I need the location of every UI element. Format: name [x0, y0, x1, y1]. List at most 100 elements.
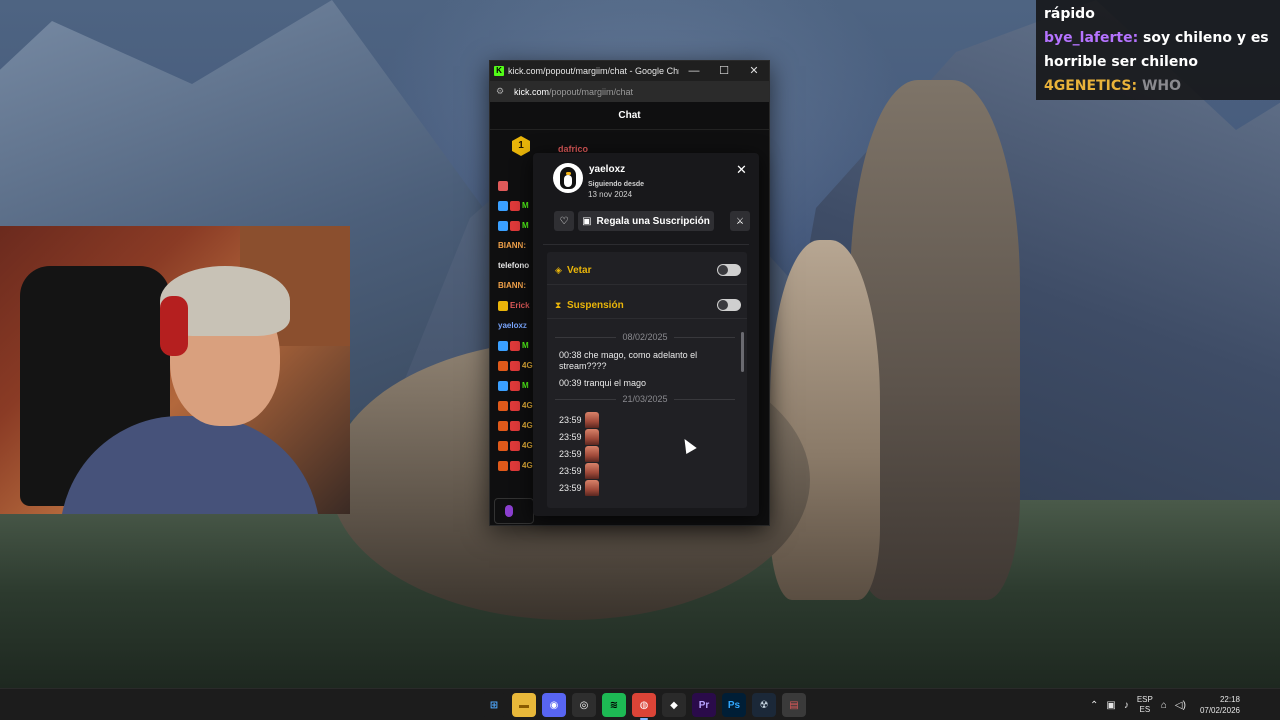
gift-sub-label: Regala una Suscripción — [596, 215, 710, 227]
taskbar-app-icon[interactable]: ◆ — [662, 693, 686, 717]
chat-badge-icon — [510, 441, 520, 451]
history-time: 23:59 — [559, 432, 582, 442]
message-history[interactable]: 08/02/2025 00:38 che mago, como adelanto … — [547, 328, 747, 504]
taskbar-chrome-icon[interactable]: ◍ — [632, 693, 656, 720]
mod-tools-button[interactable]: ⚔ — [730, 211, 750, 231]
language-indicator[interactable]: ESP ES — [1137, 695, 1153, 715]
chevron-up-icon[interactable]: ⌃ — [1090, 700, 1098, 711]
history-message: 00:39 tranqui el mago — [559, 378, 647, 388]
minimize-button[interactable]: — — [679, 61, 709, 81]
chat-message[interactable]: 4GE — [498, 436, 538, 456]
window-titlebar[interactable]: K kick.com/popout/margiim/chat - Google … — [490, 61, 769, 81]
chat-message[interactable]: 4GE — [498, 456, 538, 476]
system-tray: ⌃ ▣ ♪ ESP ES ⌂ ◁) 22:18 07/02/2026 — [1090, 689, 1240, 720]
clock[interactable]: 22:18 07/02/2026 — [1200, 694, 1240, 716]
chat-message[interactable]: 4GE — [498, 356, 538, 376]
address-bar[interactable]: ⚙ kick.com/popout/margiim/chat — [490, 81, 769, 102]
chat-message[interactable]: M — [498, 336, 538, 356]
chat-message[interactable]: BIANN: — [498, 276, 538, 296]
overlay-chat-user: 4GENETICS: — [1044, 78, 1138, 94]
chat-message[interactable]: Erick — [498, 296, 538, 316]
chat-message[interactable]: telefono — [498, 256, 538, 276]
history-scrollbar[interactable] — [741, 332, 744, 372]
user-card-username[interactable]: yaeloxz — [589, 164, 625, 175]
emote-icon — [584, 446, 599, 462]
chat-message-list: M M BIANN: telefono BIANN: Erick yaeloxz M 4GE M 4… — [498, 176, 538, 476]
history-time: 23:59 — [559, 449, 582, 459]
tux-penguin-icon — [560, 167, 576, 189]
site-settings-icon[interactable]: ⚙ — [496, 86, 508, 97]
ban-toggle[interactable] — [717, 264, 741, 276]
history-date-separator: 21/03/2025 — [555, 394, 736, 404]
heart-icon: ♡ — [559, 215, 569, 227]
chat-badge-icon — [510, 201, 520, 211]
taskbar-start-icon[interactable]: ⊞ — [482, 693, 506, 717]
clock-time: 22:18 — [1219, 695, 1240, 704]
chat-username[interactable]: M — [522, 216, 529, 236]
network-icon[interactable]: ⌂ — [1161, 700, 1167, 711]
chat-badge-icon — [498, 441, 508, 451]
stream-chat-overlay: rápido bye_laferte: soy chileno y es hor… — [1036, 0, 1280, 100]
taskbar-explorer-icon[interactable]: ▬ — [512, 693, 536, 717]
moderation-panel: ◈ Vetar ⧗ Suspensión 08/02/2025 00:38 che… — [547, 252, 747, 508]
shield-icon: ◈ — [555, 264, 562, 275]
taskbar-obs-icon[interactable]: ◎ — [572, 693, 596, 717]
history-emote-message: 23:59 — [559, 429, 599, 445]
timeout-label: Suspensión — [567, 299, 624, 311]
chat-message[interactable]: yaeloxz — [498, 316, 538, 336]
close-card-button[interactable]: ✕ — [736, 163, 747, 176]
maximize-button[interactable]: ☐ — [709, 61, 739, 81]
overlay-chat-line: horrible ser chileno — [1044, 50, 1272, 74]
chat-input[interactable] — [494, 498, 534, 524]
headset — [160, 296, 188, 356]
chat-message[interactable]: 4GE — [498, 416, 538, 436]
taskbar-steam-icon[interactable]: ☢ — [752, 693, 776, 717]
chat-message[interactable] — [498, 176, 538, 196]
chat-badge-icon — [510, 401, 520, 411]
chat-badge-icon — [510, 361, 520, 371]
taskbar: ⊞ ▬ ◉ ◎ ≋ ◍ ◆ Pr Ps ☢ ▤ ⌃ ▣ ♪ ESP ES ⌂ ◁) 22:18 07… — [0, 688, 1280, 720]
app-tray-icon[interactable]: ▣ — [1106, 700, 1115, 711]
volume-icon[interactable]: ◁) — [1175, 700, 1186, 711]
follow-heart-button[interactable]: ♡ — [554, 211, 574, 231]
overlay-chat-text: soy chileno y es — [1143, 30, 1269, 46]
chat-badge-icon — [510, 421, 520, 431]
mic-icon[interactable] — [505, 505, 513, 517]
chat-message[interactable]: M — [498, 376, 538, 396]
microphone-icon[interactable]: ♪ — [1124, 700, 1129, 711]
gift-icon: ▣ — [582, 215, 592, 227]
chat-badge-icon — [498, 401, 508, 411]
overlay-chat-line: bye_laferte: soy chileno y es — [1044, 26, 1272, 50]
chat-username[interactable]: Erick — [510, 296, 530, 316]
gift-sub-button[interactable]: ▣ Regala una Suscripción — [578, 211, 714, 231]
timeout-toggle[interactable] — [717, 299, 741, 311]
chat-username[interactable]: yaeloxz — [498, 316, 527, 336]
user-card-actions: ♡ ▣ Regala una Suscripción ⚔ — [554, 211, 750, 231]
chat-message[interactable]: 4GE — [498, 396, 538, 416]
chat-message[interactable]: M — [498, 216, 538, 236]
chat-badge-icon — [498, 361, 508, 371]
following-since-label: Siguiendo desde — [588, 181, 645, 188]
history-emote-message: 23:59 — [559, 480, 599, 496]
chat-message[interactable]: M — [498, 196, 538, 216]
history-message: 00:38 che mago, como adelanto el stream?… — [559, 350, 698, 371]
chat-username[interactable]: BIANN: — [498, 276, 526, 296]
history-time: 23:59 — [559, 415, 582, 425]
chat-username[interactable]: telefono — [498, 256, 529, 276]
divider — [543, 244, 749, 245]
chat-username[interactable]: M — [522, 376, 529, 396]
chat-badge-icon — [510, 461, 520, 471]
taskbar-app2-icon[interactable]: ▤ — [782, 693, 806, 717]
taskbar-spotify-icon[interactable]: ≋ — [602, 693, 626, 717]
close-window-button[interactable]: ✕ — [739, 61, 769, 81]
taskbar-discord-icon[interactable]: ◉ — [542, 693, 566, 717]
chat-message[interactable]: BIANN: — [498, 236, 538, 256]
chat-username[interactable]: BIANN: — [498, 236, 526, 256]
divider — [547, 318, 747, 319]
overlay-chat-user: bye_laferte: — [1044, 30, 1139, 46]
taskbar-premiere-icon[interactable]: Pr — [692, 693, 716, 717]
chat-badge-icon — [498, 221, 508, 231]
taskbar-photoshop-icon[interactable]: Ps — [722, 693, 746, 717]
chat-username[interactable]: M — [522, 336, 529, 356]
chat-username[interactable]: M — [522, 196, 529, 216]
